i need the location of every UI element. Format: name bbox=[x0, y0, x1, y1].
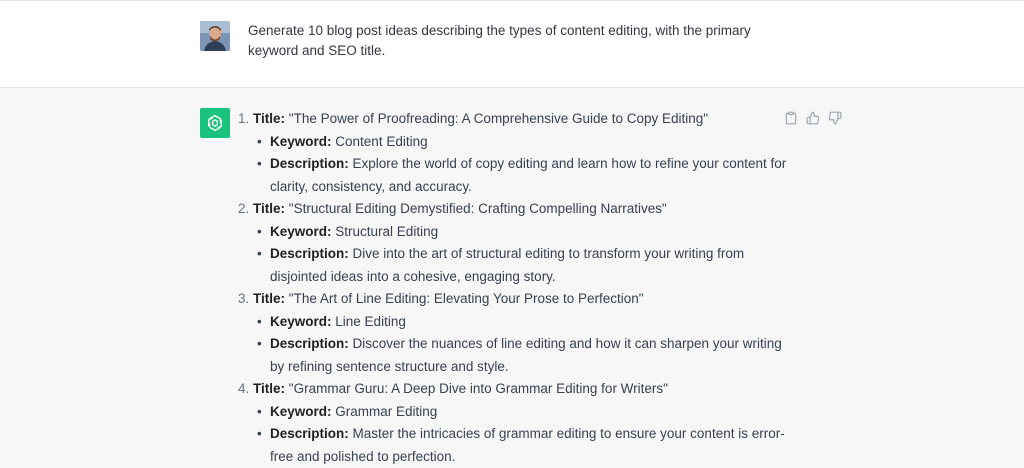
title-label: Title: bbox=[253, 201, 286, 216]
user-message-row: Generate 10 blog post ideas describing t… bbox=[0, 0, 1024, 88]
blog-idea-item: Title: "Structural Editing Demystified: … bbox=[253, 198, 796, 288]
idea-description: Description: Explore the world of copy e… bbox=[257, 153, 796, 198]
title-label: Title: bbox=[253, 381, 286, 396]
idea-description: Description: Dive into the art of struct… bbox=[257, 243, 796, 288]
description-label: Description: bbox=[270, 246, 349, 261]
user-message-text: Generate 10 blog post ideas describing t… bbox=[248, 23, 751, 58]
thumbs-down-icon[interactable] bbox=[828, 111, 842, 125]
keyword-value: Grammar Editing bbox=[335, 403, 438, 419]
idea-description: Description: Master the intricacies of g… bbox=[257, 423, 796, 468]
blog-idea-item: Title: "The Power of Proofreading: A Com… bbox=[253, 108, 796, 198]
user-avatar bbox=[200, 21, 230, 51]
idea-keyword: Keyword: Grammar Editing bbox=[257, 401, 796, 424]
idea-keyword: Keyword: Content Editing bbox=[257, 131, 796, 154]
keyword-label: Keyword: bbox=[270, 133, 332, 149]
message-actions bbox=[784, 111, 842, 125]
keyword-label: Keyword: bbox=[270, 403, 332, 419]
idea-details: Keyword: Content Editing Description: Ex… bbox=[253, 131, 796, 199]
title-label: Title: bbox=[253, 111, 286, 126]
assistant-message-row: Title: "The Power of Proofreading: A Com… bbox=[0, 88, 1024, 468]
keyword-label: Keyword: bbox=[270, 223, 332, 239]
openai-logo-icon bbox=[208, 114, 222, 132]
keyword-label: Keyword: bbox=[270, 313, 332, 329]
idea-details: Keyword: Line Editing Description: Disco… bbox=[253, 311, 796, 379]
keyword-value: Content Editing bbox=[335, 133, 428, 149]
idea-details: Keyword: Structural Editing Description:… bbox=[253, 221, 796, 289]
idea-keyword: Keyword: Line Editing bbox=[257, 311, 796, 334]
assistant-avatar bbox=[200, 108, 230, 138]
blog-idea-item: Title: "Grammar Guru: A Deep Dive into G… bbox=[253, 378, 796, 468]
title-label: Title: bbox=[253, 291, 286, 306]
idea-keyword: Keyword: Structural Editing bbox=[257, 221, 796, 244]
keyword-value: Line Editing bbox=[335, 313, 406, 329]
description-label: Description: bbox=[270, 336, 349, 351]
blog-idea-item: Title: "The Art of Line Editing: Elevati… bbox=[253, 288, 796, 378]
description-label: Description: bbox=[270, 426, 349, 441]
idea-title: "Grammar Guru: A Deep Dive into Grammar … bbox=[288, 381, 668, 396]
idea-title: "Structural Editing Demystified: Craftin… bbox=[288, 201, 667, 216]
thumbs-up-icon[interactable] bbox=[806, 111, 820, 125]
chat-page: Generate 10 blog post ideas describing t… bbox=[0, 0, 1024, 468]
clipboard-icon[interactable] bbox=[784, 111, 798, 125]
idea-title: "The Power of Proofreading: A Comprehens… bbox=[288, 111, 709, 126]
idea-details: Keyword: Grammar Editing Description: Ma… bbox=[253, 401, 796, 468]
description-label: Description: bbox=[270, 156, 349, 171]
idea-title: "The Art of Line Editing: Elevating Your… bbox=[288, 291, 644, 306]
idea-description: Description: Discover the nuances of lin… bbox=[257, 333, 796, 378]
keyword-value: Structural Editing bbox=[335, 223, 439, 239]
assistant-answer: Title: "The Power of Proofreading: A Com… bbox=[236, 108, 796, 468]
blog-ideas-list: Title: "The Power of Proofreading: A Com… bbox=[236, 108, 796, 468]
